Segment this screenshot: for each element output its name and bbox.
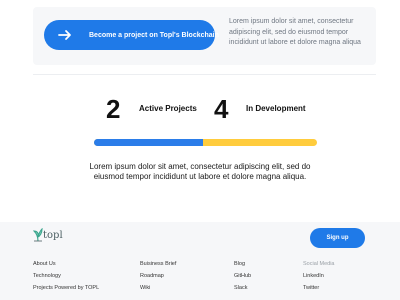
footer-link-blog[interactable]: Blog [234,261,251,273]
footer-link-linkedin[interactable]: LinkedIn [303,273,335,285]
projects-progress-bar [94,139,317,146]
footer-link-twitter[interactable]: Twitter [303,285,335,297]
footer-column-company: About Us Technology Projects Powered by … [33,261,99,297]
in-development-count: 4 [214,94,229,124]
in-development-label: In Development [246,104,306,113]
footer-link-wiki[interactable]: Wiki [140,285,176,297]
arrow-right-icon [58,30,71,40]
footer-column-resources: Buisiness Brief Roadmap Wiki [140,261,176,297]
footer-link-about-us[interactable]: About Us [33,261,99,273]
topl-logo[interactable]: topl [33,228,63,242]
logo-text: topl [43,229,63,241]
footer-link-slack[interactable]: Slack [234,285,251,297]
footer-link-roadmap[interactable]: Roadmap [140,273,176,285]
footer-heading-social-media: Social Media [303,261,335,267]
become-project-button-label: Become a project on Topl's Blockchain [89,31,219,39]
projects-description: Lorem ipsum dolor sit amet, consectetur … [89,162,311,182]
leaf-icon [33,228,43,242]
become-project-button[interactable]: Become a project on Topl's Blockchain [44,20,219,50]
footer-link-business-brief[interactable]: Buisiness Brief [140,261,176,273]
footer-column-social: Social Media LinkedIn Twitter [303,261,335,297]
footer: topl Sign up About Us Technology Project… [0,222,400,300]
signup-button[interactable]: Sign up [310,228,365,248]
progress-bar-fill [94,139,204,146]
footer-link-github[interactable]: GitHub [234,273,251,285]
footer-link-technology[interactable]: Technology [33,273,99,285]
active-projects-label: Active Projects [139,104,197,113]
section-divider [33,74,376,75]
footer-link-projects-powered[interactable]: Projects Powered by TOPL [33,285,99,297]
active-projects-count: 2 [106,94,121,124]
cta-card: Become a project on Topl's Blockchain Lo… [33,7,376,65]
cta-description: Lorem ipsum dolor sit amet, consectetur … [229,18,361,46]
footer-column-community: Blog GitHub Slack [234,261,251,297]
